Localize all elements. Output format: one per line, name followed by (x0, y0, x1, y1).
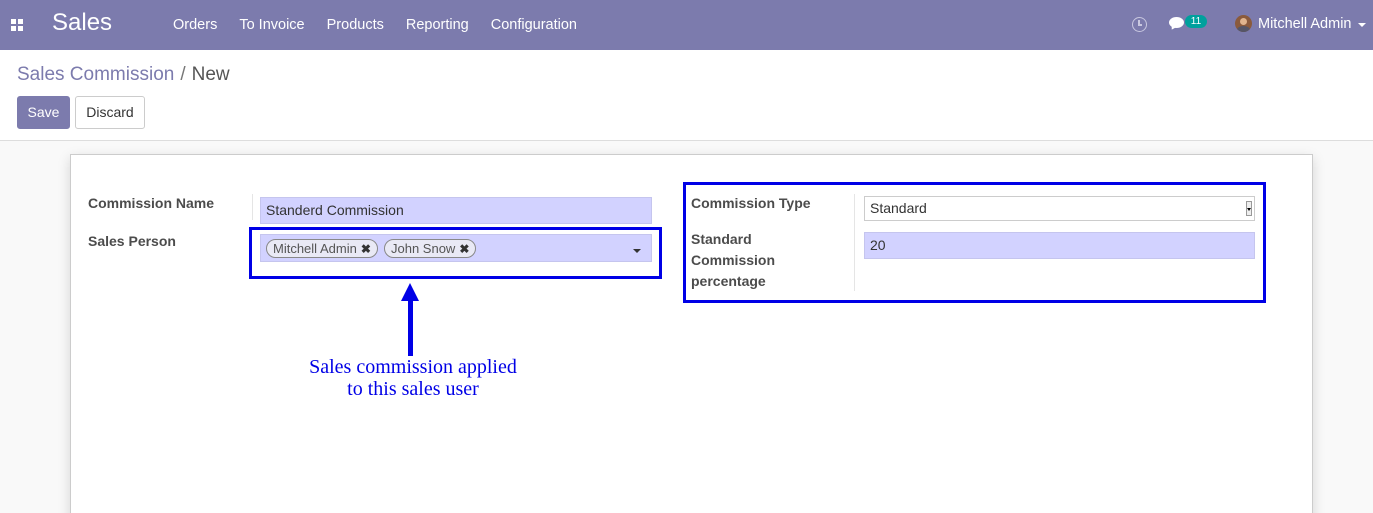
annotation-line: to this sales user (347, 378, 479, 400)
annotation-text: Sales commission applied to this sales u… (290, 356, 536, 400)
breadcrumb-parent[interactable]: Sales Commission (17, 64, 174, 85)
commission-name-label: Commission Name (88, 195, 215, 211)
annotation-box-commission-settings (683, 182, 1266, 303)
menu-item-orders[interactable]: Orders (162, 0, 228, 50)
app-name: Sales (52, 9, 113, 36)
discard-button[interactable]: Discard (75, 96, 145, 129)
top-navbar: Sales Orders To Invoice Products Reporti… (0, 0, 1373, 50)
menu-item-to-invoice[interactable]: To Invoice (228, 0, 315, 50)
control-panel: Sales Commission / New Save Discard (0, 50, 1373, 141)
annotation-line: Sales commission applied (309, 356, 517, 378)
commission-name-field[interactable]: Standerd Commission (260, 197, 652, 224)
user-menu[interactable]: Mitchell Admin (1258, 16, 1351, 32)
user-caret-icon[interactable] (1358, 23, 1366, 27)
chat-icon[interactable] (1169, 17, 1185, 32)
breadcrumb-current: New (191, 64, 230, 85)
field-divider (252, 194, 253, 220)
menu-item-configuration[interactable]: Configuration (480, 0, 588, 50)
annotation-arrow-shaft (408, 298, 413, 356)
save-button[interactable]: Save (17, 96, 70, 129)
apps-grid-icon[interactable] (11, 19, 24, 31)
activity-clock-icon[interactable] (1132, 17, 1147, 32)
breadcrumb: Sales Commission / New (17, 64, 230, 86)
annotation-box-sales-person (249, 227, 662, 279)
sales-person-label: Sales Person (88, 233, 176, 249)
message-count-badge: 11 (1185, 15, 1207, 28)
menu-item-products[interactable]: Products (316, 0, 395, 50)
menu-item-reporting[interactable]: Reporting (395, 0, 480, 50)
breadcrumb-separator: / (180, 64, 186, 85)
user-avatar[interactable] (1235, 15, 1252, 32)
main-menu: Orders To Invoice Products Reporting Con… (162, 0, 588, 50)
